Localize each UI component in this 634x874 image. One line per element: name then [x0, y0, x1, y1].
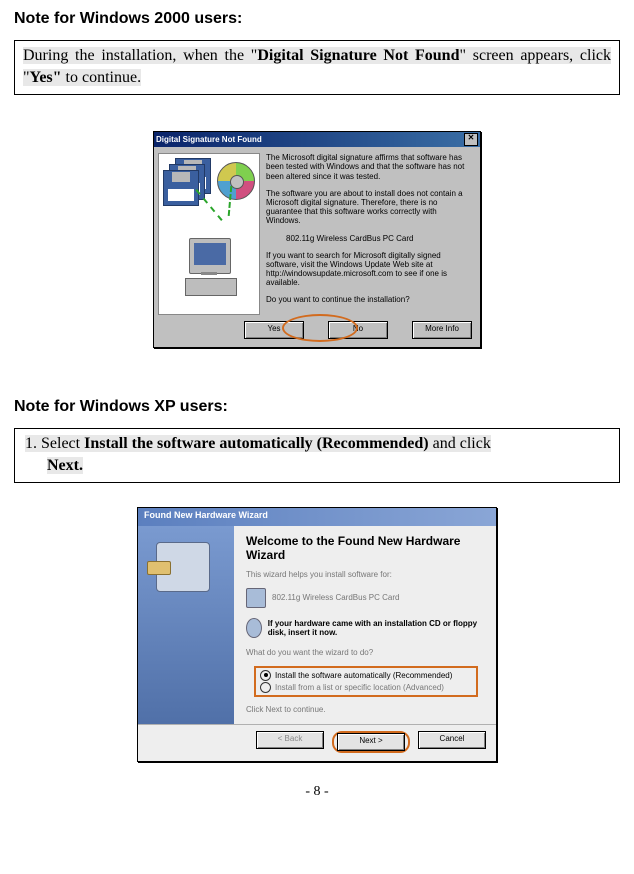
section-heading-win2000: Note for Windows 2000 users: [14, 10, 620, 28]
no-button[interactable]: No [328, 321, 388, 339]
yes-button[interactable]: Yes [244, 321, 304, 339]
cd-note-text: If your hardware came with an installati… [268, 619, 482, 637]
dialog-message: The Microsoft digital signature affirms … [266, 153, 472, 315]
wizard-content: Welcome to the Found New Hardware Wizard… [234, 526, 496, 724]
dialog-prompt: Do you want to continue the installation… [266, 295, 472, 304]
more-info-button[interactable]: More Info [412, 321, 472, 339]
close-icon[interactable]: ✕ [464, 133, 478, 146]
dialog-button-row: Yes No More Info [154, 317, 480, 347]
radio-install-advanced[interactable]: Install from a list or specific location… [258, 682, 474, 693]
radio-icon [260, 682, 271, 693]
note-box-winxp: 1. Select Install the software automatic… [14, 428, 620, 483]
back-button[interactable]: < Back [256, 731, 324, 749]
hardware-icon [156, 542, 210, 592]
page-number: - 8 - [14, 784, 620, 800]
floppy-icon [163, 170, 199, 206]
note-bold-next: Next. [47, 457, 83, 474]
dialog-text: If you want to search for Microsoft digi… [266, 251, 472, 288]
cancel-button[interactable]: Cancel [418, 731, 486, 749]
next-button[interactable]: Next > [337, 733, 405, 751]
dialog-found-new-hardware: Found New Hardware Wizard Welcome to the… [137, 507, 497, 762]
dialog-title: Digital Signature Not Found [156, 135, 460, 144]
note-bold-dsig: Digital Signature Not Found [257, 47, 459, 64]
wizard-prompt: What do you want the wizard to do? [246, 648, 482, 658]
wizard-intro: This wizard helps you install software f… [246, 570, 482, 580]
device-name: 802.11g Wireless CardBus PC Card [266, 234, 472, 243]
dialog-titlebar: Digital Signature Not Found ✕ [154, 132, 480, 147]
highlight-annotation: Install the software automatically (Reco… [254, 666, 478, 697]
wizard-welcome-title: Welcome to the Found New Hardware Wizard [246, 534, 482, 562]
wizard-device: 802.11g Wireless CardBus PC Card [246, 588, 482, 608]
radio-icon [260, 670, 271, 681]
dialog-text: The Microsoft digital signature affirms … [266, 153, 472, 181]
cd-icon [246, 618, 262, 638]
wizard-sidebar [138, 526, 234, 724]
radio-label: Install from a list or specific location… [275, 683, 444, 692]
device-name: 802.11g Wireless CardBus PC Card [272, 593, 399, 602]
note-box-win2000: During the installation, when the "Digit… [14, 40, 620, 95]
dialog-button-row: < Back Next > Cancel [138, 724, 496, 761]
device-icon [246, 588, 266, 608]
note-text: to continue. [62, 69, 142, 86]
computer-icon [183, 238, 239, 298]
radio-label: Install the software automatically (Reco… [275, 671, 452, 680]
dialog-titlebar: Found New Hardware Wizard [138, 508, 496, 526]
note-text: 1. Select [25, 435, 84, 452]
wizard-cd-note: If your hardware came with an installati… [246, 618, 482, 638]
dialog-graphic [158, 153, 260, 315]
note-bold-install-auto: Install the software automatically (Reco… [84, 435, 429, 452]
note-bold-yes: Yes" [30, 69, 62, 86]
wizard-click-next: Click Next to continue. [246, 705, 482, 715]
dialog-digital-signature: Digital Signature Not Found ✕ The Micros… [153, 131, 481, 348]
note-text: During the installation, when the " [23, 47, 257, 64]
section-heading-winxp: Note for Windows XP users: [14, 398, 620, 416]
note-text: and click [429, 435, 491, 452]
radio-install-auto[interactable]: Install the software automatically (Reco… [258, 670, 474, 681]
dialog-text: The software you are about to install do… [266, 189, 472, 226]
highlight-annotation: Next > [332, 731, 410, 753]
cd-icon [217, 162, 255, 200]
